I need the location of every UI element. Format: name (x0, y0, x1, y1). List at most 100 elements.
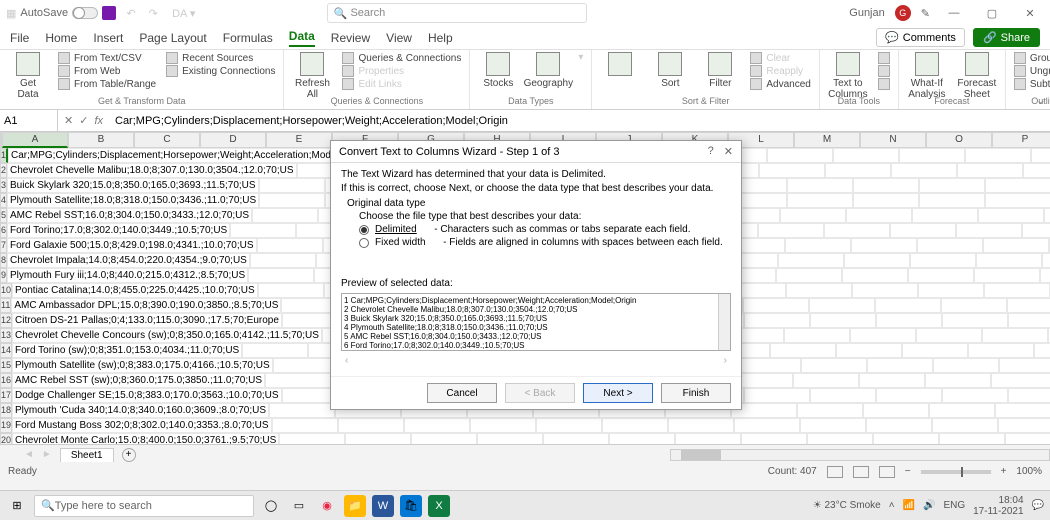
close-button[interactable]: ✕ (1016, 3, 1044, 23)
cell[interactable] (1022, 223, 1050, 238)
cell[interactable] (1040, 268, 1050, 283)
cell[interactable] (899, 148, 965, 163)
stocks-button[interactable]: Stocks (478, 52, 518, 89)
cell[interactable] (965, 148, 1031, 163)
tab-help[interactable]: Help (428, 31, 453, 45)
cell[interactable]: Car;MPG;Cylinders;Displacement;Horsepowe… (8, 148, 371, 163)
wifi-icon[interactable]: 📶 (903, 500, 915, 511)
row-header[interactable]: 1 (0, 148, 8, 163)
cell[interactable] (908, 268, 974, 283)
row-header[interactable]: 11 (0, 298, 11, 313)
cell[interactable] (252, 208, 318, 223)
cell[interactable] (259, 193, 325, 208)
radio-delimited[interactable]: Delimited - Characters such as commas or… (359, 224, 731, 235)
cell[interactable] (250, 253, 316, 268)
cell[interactable] (851, 238, 917, 253)
preview-left-icon[interactable]: ‹ (345, 355, 348, 366)
cell[interactable] (846, 208, 912, 223)
cell[interactable]: Buick Skylark 320;15.0;8;350.0;165.0;369… (7, 178, 259, 193)
cell[interactable]: Pontiac Catalina;14.0;8;455.0;225.0;4425… (12, 283, 258, 298)
cell[interactable]: Plymouth 'Cuda 340;14.0;8;340.0;160.0;36… (12, 403, 269, 418)
row-header[interactable]: 2 (0, 163, 7, 178)
row-header[interactable]: 5 (0, 208, 7, 223)
cell[interactable] (786, 283, 852, 298)
file-explorer-icon[interactable]: 📁 (344, 495, 366, 517)
cell[interactable] (876, 313, 942, 328)
row-header[interactable]: 14 (0, 343, 12, 358)
cell[interactable] (919, 193, 985, 208)
row-header[interactable]: 20 (0, 433, 12, 444)
cell[interactable] (744, 388, 810, 403)
cell[interactable] (1007, 298, 1050, 313)
qat-more[interactable]: DA ▾ (172, 7, 195, 20)
forecast-sheet-button[interactable]: Forecast Sheet (957, 52, 997, 100)
tab-page-layout[interactable]: Page Layout (139, 31, 206, 45)
cell[interactable]: Plymouth Satellite;18.0;8;318.0;150.0;34… (7, 193, 259, 208)
cell[interactable] (536, 418, 602, 433)
cell[interactable] (876, 388, 942, 403)
cell[interactable]: Ford Torino;17.0;8;302.0;140.0;3449.;10.… (7, 223, 230, 238)
cortana-icon[interactable]: ◯ (260, 495, 282, 517)
cell[interactable] (974, 268, 1040, 283)
cell[interactable] (602, 418, 668, 433)
cell[interactable] (404, 418, 470, 433)
cell[interactable] (982, 328, 1048, 343)
cell[interactable] (833, 148, 899, 163)
fx-icon[interactable]: fx (94, 115, 103, 127)
cell[interactable] (983, 238, 1049, 253)
row-header[interactable]: 8 (0, 253, 7, 268)
minimize-button[interactable]: — (940, 3, 968, 23)
cell[interactable] (1031, 148, 1050, 163)
row-header[interactable]: 9 (0, 268, 7, 283)
cell[interactable] (807, 433, 873, 444)
cell[interactable] (269, 403, 335, 418)
radio-fixed-width[interactable]: Fixed width - Fields are aligned in colu… (359, 237, 731, 248)
cell[interactable] (1008, 313, 1050, 328)
preview-right-icon[interactable]: › (724, 355, 727, 366)
cell[interactable] (984, 283, 1050, 298)
zoom-slider[interactable] (921, 470, 991, 474)
cell[interactable] (338, 418, 404, 433)
cell[interactable] (985, 193, 1050, 208)
queries-connections[interactable]: Queries & Connections (342, 52, 461, 64)
finish-button[interactable]: Finish (661, 383, 731, 403)
recent-sources[interactable]: Recent Sources (166, 52, 275, 64)
col-header[interactable]: E (266, 132, 332, 148)
tray-chevron-icon[interactable]: ˄ (889, 500, 895, 511)
preview-scrollbar[interactable] (718, 294, 730, 350)
cell[interactable] (741, 433, 807, 444)
page-break-view-icon[interactable] (879, 466, 895, 478)
cell[interactable] (470, 418, 536, 433)
next-button[interactable]: Next > (583, 383, 653, 403)
cell[interactable] (743, 298, 809, 313)
name-box[interactable]: A1 (0, 110, 58, 131)
cell[interactable] (929, 403, 995, 418)
cell[interactable] (258, 283, 324, 298)
col-header[interactable]: N (860, 132, 926, 148)
cell[interactable] (999, 358, 1050, 373)
cell[interactable] (844, 253, 910, 268)
volume-icon[interactable]: 🔊 (923, 500, 935, 511)
cell[interactable] (797, 403, 863, 418)
cell[interactable]: Ford Mustang Boss 302;0;8;302.0;140.0;33… (12, 418, 272, 433)
maximize-button[interactable]: ▢ (978, 3, 1006, 23)
cell[interactable]: Chevrolet Impala;14.0;8;454.0;220.0;4354… (7, 253, 250, 268)
cell[interactable] (810, 388, 876, 403)
remove-duplicates[interactable] (878, 65, 890, 77)
cell[interactable] (242, 343, 308, 358)
what-if-button[interactable]: What-If Analysis (907, 52, 947, 100)
add-sheet-button[interactable]: + (122, 448, 136, 462)
cell[interactable] (248, 268, 314, 283)
dialog-help-icon[interactable]: ? (708, 145, 714, 158)
row-header[interactable]: 19 (0, 418, 12, 433)
group-rows[interactable]: Group ▾ (1014, 52, 1050, 64)
existing-connections[interactable]: Existing Connections (166, 65, 275, 77)
tab-home[interactable]: Home (45, 31, 77, 45)
cell[interactable]: Chevrolet Chevelle Concours (sw);0;8;350… (12, 328, 322, 343)
row-header[interactable]: 4 (0, 193, 7, 208)
clock[interactable]: 18:0417-11-2021 (973, 495, 1023, 517)
cell[interactable] (867, 358, 933, 373)
user-name[interactable]: Gunjan (849, 7, 884, 19)
cancel-edit-icon[interactable]: ✕ (64, 114, 73, 127)
cell[interactable] (279, 433, 345, 444)
